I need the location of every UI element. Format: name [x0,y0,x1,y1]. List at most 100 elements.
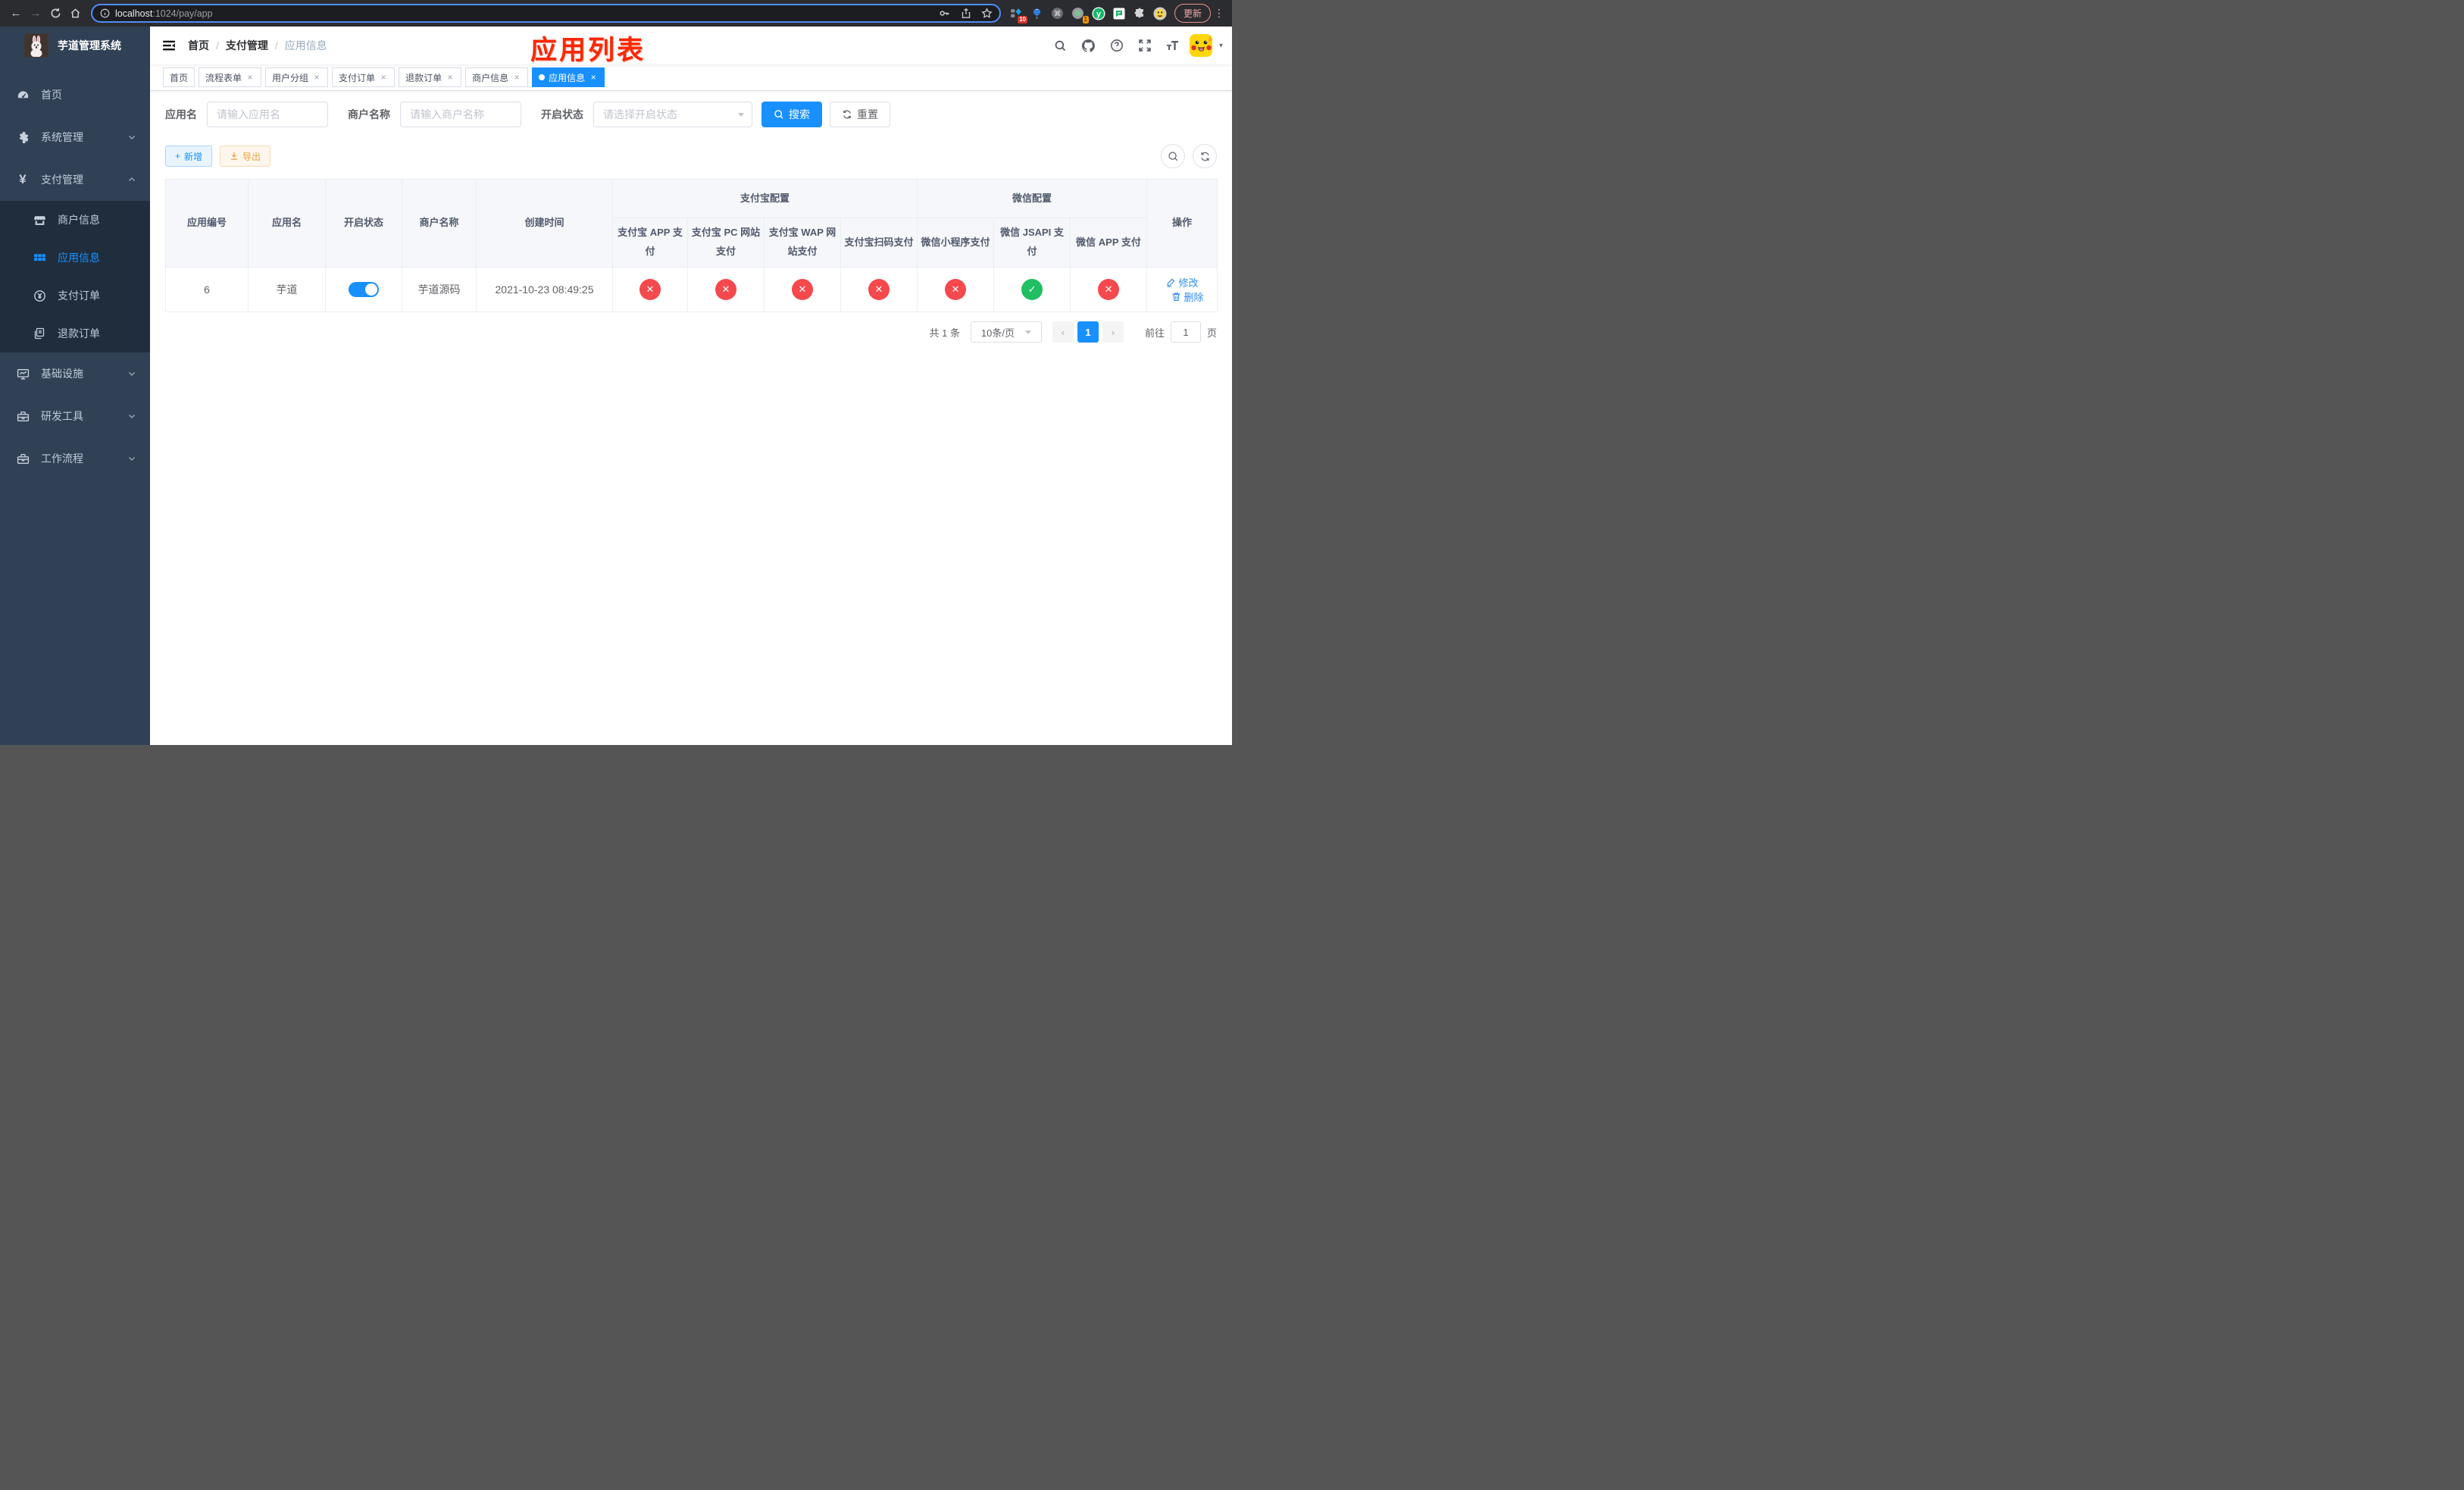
export-button[interactable]: 导出 [220,146,271,167]
browser-reload-button[interactable] [45,4,65,23]
col-alipay-qr: 支付宝扫码支付 [840,218,918,268]
browser-back-button[interactable]: ← [6,4,26,23]
fullscreen-icon[interactable] [1134,34,1156,57]
browser-home-button[interactable] [65,4,85,23]
plus-icon: + [175,151,181,161]
tab-merchant-info[interactable]: 商户信息 × [465,67,529,87]
password-key-icon[interactable] [936,5,954,22]
extension-chat-icon[interactable] [1112,7,1126,20]
site-info-icon[interactable] [100,8,110,18]
cell-alipay-qr: ✕ [840,267,918,312]
download-icon [230,152,238,160]
extension-diamond-icon[interactable]: 10 [1010,7,1027,23]
col-merchant: 商户名称 [402,179,477,268]
merchant-name-input[interactable] [400,102,521,127]
col-wx-jsapi: 微信 JSAPI 支付 [993,218,1071,268]
close-icon[interactable]: × [589,72,598,83]
tab-pay-orders[interactable]: 支付订单 × [332,67,396,87]
close-icon[interactable]: × [446,72,455,83]
sidebar-item-system[interactable]: 系统管理 [0,116,150,158]
add-button[interactable]: + 新增 [165,146,213,167]
close-icon[interactable]: × [379,72,388,83]
browser-update-button[interactable]: 更新 [1174,4,1211,23]
sidebar-item-infrastructure[interactable]: 基础设施 [0,352,150,395]
bookmark-star-icon[interactable] [978,5,996,22]
status-toggle[interactable] [349,282,379,297]
tab-user-group[interactable]: 用户分组 × [265,67,329,87]
sidebar-item-merchant-info[interactable]: 商户信息 [0,201,150,239]
refresh-icon [1200,152,1209,161]
table-row: 6 芋道 芋道源码 2021-10-23 08:49:25 ✕ ✕ ✕ ✕ ✕ … [165,267,1218,312]
app-name-label: 应用名 [165,108,197,121]
cell-alipay-wap: ✕ [764,267,841,312]
sidebar-item-home[interactable]: 首页 [0,74,150,116]
tab-home[interactable]: 首页 [163,67,195,87]
profile-avatar-icon[interactable] [1153,6,1167,20]
next-page-button[interactable]: › [1102,321,1124,343]
user-avatar[interactable] [1189,34,1212,57]
browser-forward-button[interactable]: → [26,4,45,23]
prev-page-button[interactable]: ‹ [1052,321,1074,343]
app-name-input[interactable] [207,102,328,127]
col-alipay-app: 支付宝 APP 支付 [612,218,688,268]
avatar-caret-icon[interactable]: ▾ [1219,42,1223,50]
breadcrumb-section[interactable]: 支付管理 [226,38,268,53]
sidebar-item-payment[interactable]: ¥ 支付管理 [0,158,150,201]
browser-menu-icon[interactable]: ⋮ [1212,7,1226,20]
extension-balloon-icon[interactable] [1030,7,1044,20]
font-size-icon[interactable] [1162,34,1184,57]
goto-page-input[interactable] [1170,321,1201,343]
sidebar-item-app-info[interactable]: 应用信息 [0,239,150,277]
refresh-table-button[interactable] [1193,144,1217,168]
edit-pencil-icon [1167,278,1174,287]
extension-command-icon[interactable]: ⌘ [1051,7,1065,20]
current-page[interactable]: 1 [1077,321,1099,343]
reset-button[interactable]: 重置 [830,102,890,127]
toolbox-icon [16,409,30,423]
header-search-icon[interactable] [1049,34,1072,57]
delete-link[interactable]: 删除 [1171,290,1204,304]
cell-wx-jsapi: ✓ [993,267,1071,312]
page-size-select[interactable]: 10条/页 [970,321,1042,343]
extension-y-icon[interactable]: y [1092,6,1105,20]
goto-label: 前往 [1144,327,1165,339]
breadcrumb-separator: / [216,39,219,52]
address-bar[interactable]: localhost:1024/pay/app [91,4,1001,23]
close-icon[interactable]: × [512,72,521,83]
screen: ← → localhost:1024/pay/app 10 ⌘ 1 y 更新 ⋮… [0,0,1232,745]
sidebar-item-dev-tools[interactable]: 研发工具 [0,395,150,437]
col-create-time: 创建时间 [476,179,613,268]
docs-help-icon[interactable] [1105,34,1128,57]
status-cross-icon: ✕ [945,279,967,300]
status-select[interactable]: 请选择开启状态 [593,102,752,127]
cell-wx-app: ✕ [1070,267,1148,312]
table-toolbar: + 新增 导出 [165,144,1217,168]
storefront-icon [33,213,46,227]
extension-recorder-icon[interactable]: 1 [1071,7,1089,23]
breadcrumb: 首页 / 支付管理 / 应用信息 [188,38,327,53]
search-button[interactable]: 搜索 [761,102,822,127]
edit-link[interactable]: 修改 [1166,275,1199,290]
sidebar-item-refund-orders[interactable]: 退款订单 [0,315,150,352]
page-content: 应用名 商户名称 开启状态 请选择开启状态 搜索 [150,91,1232,745]
col-alipay-pc: 支付宝 PC 网站支付 [687,218,765,268]
sidebar-logo[interactable]: 芋道管理系统 [0,27,150,64]
col-alipay-wap: 支付宝 WAP 网站支付 [764,218,841,268]
extensions-puzzle-icon[interactable] [1133,7,1146,20]
sidebar-toggle-button[interactable] [150,27,188,64]
status-check-icon: ✓ [1021,279,1043,300]
filter-form: 应用名 商户名称 开启状态 请选择开启状态 搜索 [165,102,1217,127]
sidebar-item-pay-orders[interactable]: 支付订单 [0,277,150,315]
close-icon[interactable]: × [312,72,321,83]
chevron-up-icon [127,175,136,184]
sidebar-item-workflow[interactable]: 工作流程 [0,437,150,480]
share-icon[interactable] [957,5,975,22]
github-icon[interactable] [1077,34,1100,57]
chevron-down-icon [738,113,744,117]
tab-process-form[interactable]: 流程表单 × [199,67,262,87]
tab-refund-orders[interactable]: 退款订单 × [399,67,462,87]
tab-app-info[interactable]: 应用信息 × [532,67,605,87]
breadcrumb-home[interactable]: 首页 [188,38,209,53]
close-icon[interactable]: × [245,72,255,83]
toggle-search-button[interactable] [1161,144,1185,168]
